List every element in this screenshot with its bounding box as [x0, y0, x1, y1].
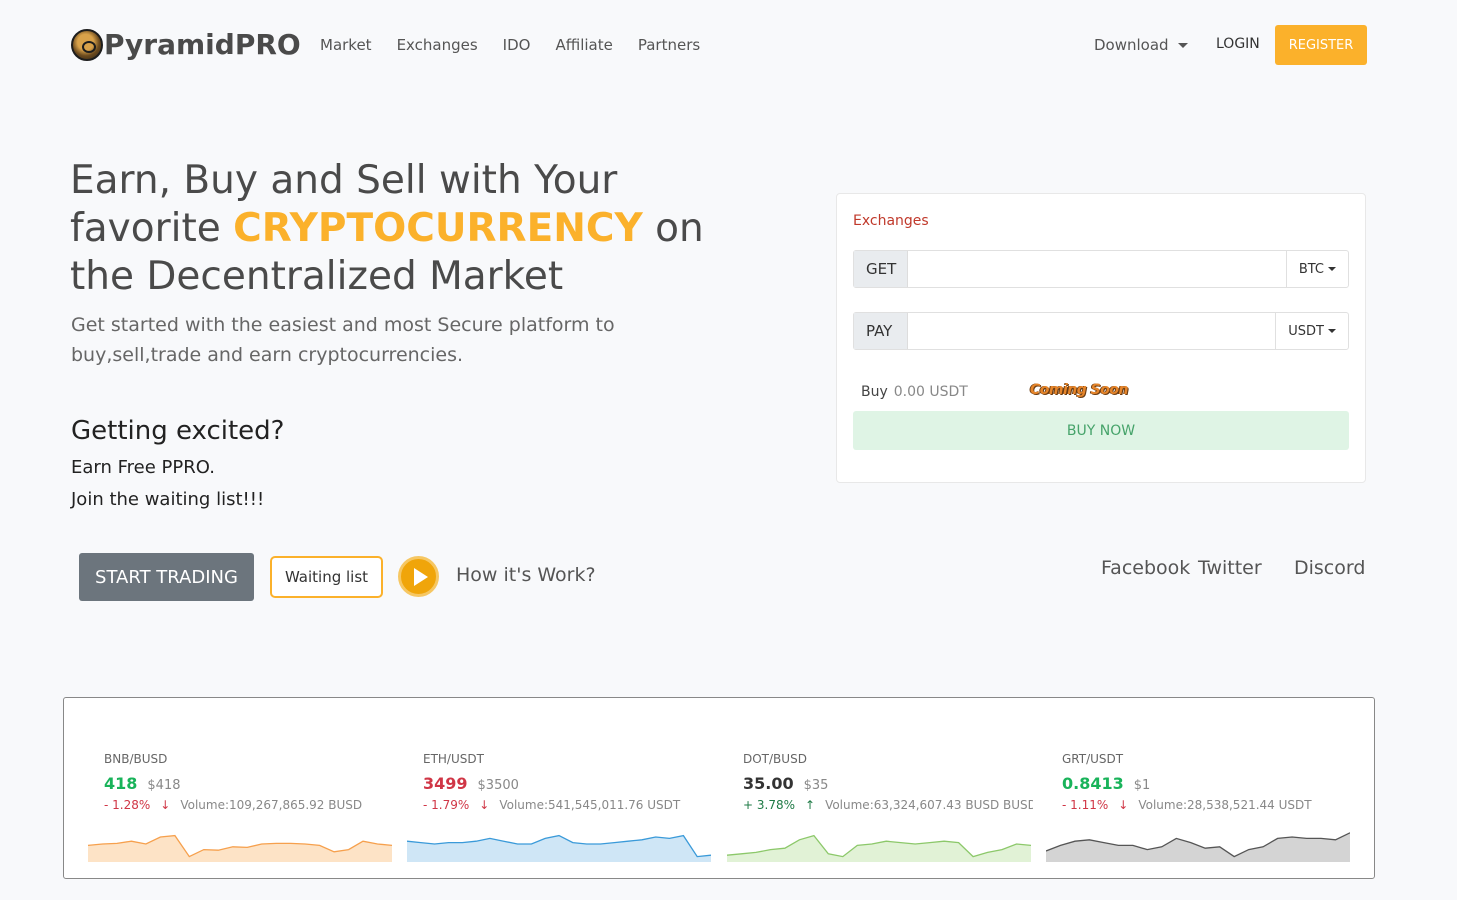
login-link[interactable]: LOGIN [1216, 36, 1260, 52]
pay-label: PAY [854, 313, 908, 349]
ticker-sparkline [88, 834, 392, 862]
ticker-price-value: 3499 [423, 774, 468, 793]
hero-headline: Earn, Buy and Sell with Your favorite CR… [70, 157, 770, 301]
coming-soon-badge: Coming Soon [1030, 382, 1128, 398]
nav-link-affiliate[interactable]: Affiliate [555, 36, 612, 54]
get-label: GET [854, 251, 908, 287]
buy-label: Buy [861, 384, 888, 400]
ticker-volume: Volume:541,545,011.76 USDT [499, 798, 681, 812]
ticker-sparkline [1046, 832, 1350, 862]
exchange-card: Exchanges GET BTC PAY USDT Buy 0.00 USDT … [836, 193, 1366, 483]
nav-link-market[interactable]: Market [320, 36, 372, 54]
ticker-change: - 1.11% [1062, 798, 1109, 812]
discord-link[interactable]: Discord [1294, 557, 1365, 579]
ticker-price: 35.00 $35 [743, 774, 828, 793]
ticker-sparkline [407, 834, 711, 862]
chevron-down-icon [1328, 329, 1336, 333]
get-amount-input[interactable] [908, 251, 1286, 287]
exchange-card-title: Exchanges [853, 213, 929, 229]
ticker-card[interactable]: BNB/BUSD 418 $418 - 1.28% ↓ Volume:109,267,… [88, 698, 392, 880]
ticker-change-row: - 1.11% ↓ Volume:28,538,521.44 USDT [1062, 798, 1352, 812]
ticker-usd-price: $35 [803, 778, 829, 793]
ticker-card[interactable]: ETH/USDT 3499 $3500 - 1.79% ↓ Volume:541,54… [407, 698, 711, 880]
nav-link-ido[interactable]: IDO [503, 36, 531, 54]
chevron-down-icon [1177, 42, 1188, 48]
ticker-volume: Volume:109,267,865.92 BUSD [180, 798, 363, 812]
ticker-change-row: - 1.79% ↓ Volume:541,545,011.76 USDT [423, 798, 713, 812]
register-button[interactable]: REGISTER [1275, 25, 1367, 65]
arrow-up-icon: ↑ [805, 798, 816, 812]
arrow-down-icon: ↓ [1118, 798, 1129, 812]
buy-summary: Buy 0.00 USDT [861, 384, 968, 400]
ticker-sparkline [727, 834, 1031, 862]
nav-links: Market Exchanges IDO Affiliate Partners [320, 36, 725, 54]
ticker-pair: ETH/USDT [423, 752, 484, 766]
hero-subtitle: Get started with the easiest and most Se… [71, 314, 615, 366]
pay-currency-select[interactable]: USDT [1275, 313, 1348, 349]
ticker-usd-price: $3500 [477, 778, 519, 793]
ticker-price-value: 0.8413 [1062, 774, 1124, 793]
headline-line-2-pre: favorite [70, 206, 234, 251]
pay-currency-value: USDT [1288, 323, 1324, 339]
get-currency-select[interactable]: BTC [1285, 251, 1348, 287]
nav-link-partners[interactable]: Partners [638, 36, 700, 54]
pay-amount-input[interactable] [908, 313, 1276, 349]
brand-logo[interactable]: PyramidPRO [71, 28, 301, 61]
arrow-down-icon: ↓ [160, 798, 171, 812]
pyramid-coin-icon [71, 28, 103, 61]
ticker-price: 3499 $3500 [423, 774, 519, 793]
buy-value: 0.00 USDT [893, 384, 968, 400]
buy-now-button[interactable]: BUY NOW [853, 411, 1349, 450]
get-currency-value: BTC [1298, 261, 1324, 277]
sparkline-area [1046, 832, 1350, 862]
ticker-change-row: - 1.28% ↓ Volume:109,267,865.92 BUSD [104, 798, 394, 812]
earn-text: Earn Free PPRO. [71, 457, 215, 478]
download-label: Download [1094, 36, 1169, 54]
waiting-list-button[interactable]: Waiting list [270, 556, 383, 598]
ticker-pair: GRT/USDT [1062, 752, 1124, 766]
start-trading-button[interactable]: START TRADING [79, 553, 254, 601]
brand-name: PyramidPRO [104, 28, 301, 61]
ticker-price: 0.8413 $1 [1062, 774, 1150, 793]
headline-line-2-post: on [642, 206, 704, 251]
join-text: Join the waiting list!!! [71, 489, 265, 510]
ticker-card[interactable]: GRT/USDT 0.8413 $1 - 1.11% ↓ Volume:28,538,… [1046, 698, 1350, 880]
twitter-link[interactable]: Twitter [1198, 557, 1262, 579]
top-navbar: PyramidPRO Market Exchanges IDO Affiliat… [0, 0, 1457, 90]
download-dropdown[interactable]: Download [1094, 36, 1188, 54]
play-icon [413, 567, 428, 586]
ticker-usd-price: $418 [147, 778, 181, 793]
ticker-change-row: + 3.78% ↑ Volume:63,324,607.43 BUSD BUSD [743, 798, 1033, 812]
market-tickers: BNB/BUSD 418 $418 - 1.28% ↓ Volume:109,267,… [63, 697, 1375, 879]
pay-row: PAY USDT [853, 312, 1349, 350]
ticker-change: + 3.78% [743, 798, 795, 812]
ticker-pair: BNB/BUSD [104, 752, 168, 766]
ticker-change: - 1.28% [104, 798, 151, 812]
ticker-price-value: 35.00 [743, 774, 794, 793]
get-row: GET BTC [853, 250, 1349, 288]
ticker-card[interactable]: DOT/BUSD 35.00 $35 + 3.78% ↑ Volume:63,324,… [727, 698, 1033, 880]
ticker-volume: Volume:28,538,521.44 USDT [1138, 798, 1312, 812]
headline-line-1: Earn, Buy and Sell with Your [70, 158, 618, 203]
headline-highlight: CRYPTOCURRENCY [233, 206, 643, 251]
ticker-price-value: 418 [104, 774, 138, 793]
headline-line-3: the Decentralized Market [70, 254, 564, 299]
how-it-works-link[interactable]: How it's Work? [456, 564, 596, 586]
play-video-button[interactable] [398, 556, 439, 597]
chevron-down-icon [1328, 267, 1336, 271]
ticker-change: - 1.79% [423, 798, 470, 812]
nav-link-exchanges[interactable]: Exchanges [397, 36, 478, 54]
ticker-price: 418 $418 [104, 774, 181, 793]
sparkline-area [407, 835, 711, 862]
ticker-usd-price: $1 [1133, 778, 1151, 793]
arrow-down-icon: ↓ [479, 798, 490, 812]
excited-heading: Getting excited? [71, 416, 285, 446]
facebook-link[interactable]: Facebook [1101, 557, 1190, 579]
ticker-volume: Volume:63,324,607.43 BUSD BUSD [825, 798, 1033, 812]
sparkline-area [88, 835, 392, 862]
ticker-pair: DOT/BUSD [743, 752, 807, 766]
